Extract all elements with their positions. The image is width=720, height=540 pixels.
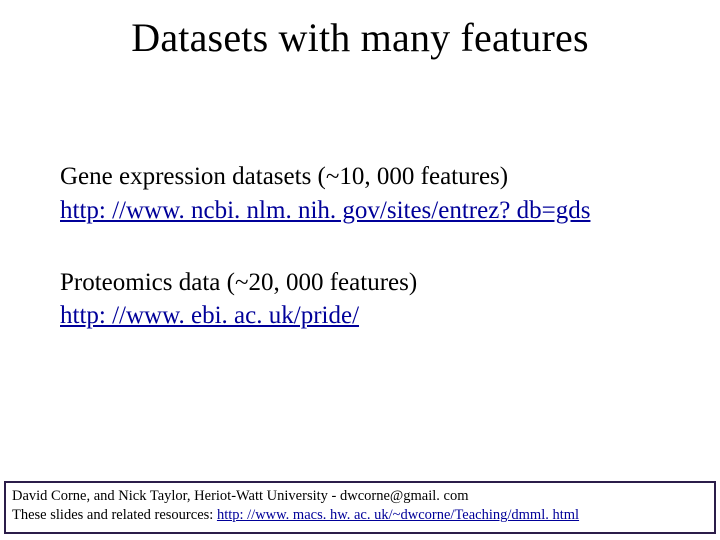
- footer-resources: These slides and related resources: http…: [12, 506, 708, 526]
- footer-resources-label: These slides and related resources:: [12, 507, 217, 523]
- footer-authors: David Corne, and Nick Taylor, Heriot-Wat…: [12, 487, 708, 507]
- content-area: Gene expression datasets (~10, 000 featu…: [60, 160, 680, 371]
- page-title: Datasets with many features: [0, 0, 720, 61]
- footer-box: David Corne, and Nick Taylor, Heriot-Wat…: [4, 481, 716, 534]
- block-text: Gene expression datasets (~10, 000 featu…: [60, 160, 680, 194]
- content-block: Gene expression datasets (~10, 000 featu…: [60, 160, 680, 228]
- proteomics-link[interactable]: http: //www. ebi. ac. uk/pride/: [60, 302, 359, 329]
- gene-expression-link[interactable]: http: //www. ncbi. nlm. nih. gov/sites/e…: [60, 197, 590, 224]
- slide: Datasets with many features Gene express…: [0, 0, 720, 540]
- block-text: Proteomics data (~20, 000 features): [60, 266, 680, 300]
- footer-resources-link[interactable]: http: //www. macs. hw. ac. uk/~dwcorne/T…: [217, 507, 579, 523]
- content-block: Proteomics data (~20, 000 features) http…: [60, 266, 680, 334]
